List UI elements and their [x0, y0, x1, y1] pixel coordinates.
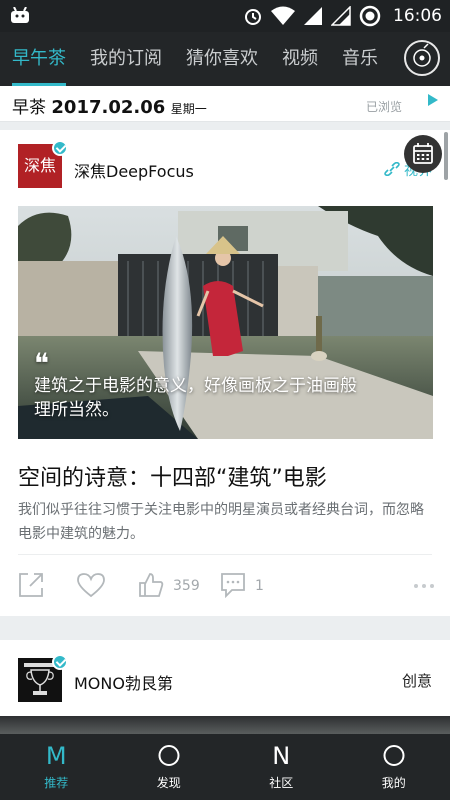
- signal-icon: [304, 7, 322, 25]
- bottom-tab-label: 社区: [269, 776, 294, 790]
- calendar-icon: [413, 143, 433, 164]
- article-title[interactable]: 空间的诗意：十四部“建筑”电影: [18, 460, 327, 492]
- comment-count: 1: [255, 578, 264, 594]
- top-nav: 早午茶 我的订阅 猜你喜欢 视频 音乐: [0, 32, 450, 86]
- favorite-heart-icon[interactable]: [76, 572, 106, 598]
- link-icon: [384, 162, 400, 176]
- tab-video[interactable]: 视频: [270, 32, 330, 86]
- date-header: 早茶 2017.02.06 星期一 已浏览: [0, 86, 450, 122]
- tab-music[interactable]: 音乐: [330, 32, 390, 86]
- share-icon[interactable]: [18, 572, 44, 598]
- like-thumb-icon[interactable]: [138, 572, 164, 598]
- o-icon: [383, 745, 405, 766]
- calendar-button[interactable]: [404, 135, 442, 173]
- alarm-icon: [245, 9, 261, 25]
- m-icon: M: [45, 742, 67, 770]
- source-name[interactable]: 深焦DeepFocus: [74, 158, 194, 182]
- music-player-button[interactable]: [404, 40, 440, 76]
- like-count: 359: [173, 578, 200, 594]
- tab-breakfast-tea[interactable]: 早午茶: [0, 32, 78, 86]
- article-cover-image[interactable]: ❝ 建筑之于电影的意义，好像画板之于油画般理所当然。: [18, 206, 433, 439]
- signal-icon-2: [331, 6, 351, 26]
- verified-icon: [52, 140, 68, 156]
- source-name-2[interactable]: MONO勃艮第: [74, 670, 173, 694]
- verified-icon-2: [52, 654, 68, 670]
- issue-weekday: 星期一: [170, 102, 207, 116]
- scrollbar[interactable]: [444, 132, 448, 180]
- category-label-2[interactable]: 创意: [402, 670, 432, 691]
- bottom-tab-recommend[interactable]: M 推荐: [0, 734, 113, 800]
- wifi-icon: [271, 6, 295, 25]
- bottom-tab-me[interactable]: 我的: [338, 734, 450, 800]
- bottom-tab-label: 推荐: [44, 776, 69, 790]
- bottom-nav: M 推荐 发现 N 社区 我的: [0, 734, 450, 800]
- article-card[interactable]: 深焦 深焦DeepFocus 视界: [0, 130, 450, 616]
- quote-text: 建筑之于电影的意义，好像画板之于油画般理所当然。: [34, 376, 357, 420]
- tab-recommended-for-you[interactable]: 猜你喜欢: [174, 32, 270, 86]
- flag-icon[interactable]: [428, 94, 438, 106]
- n-icon: N: [272, 742, 291, 770]
- status-bar: 16:06: [0, 0, 450, 32]
- issue-date-value: 2017.02.06: [51, 97, 166, 118]
- bottom-tab-label: 我的: [381, 776, 406, 790]
- next-cover-image-preview: [0, 716, 450, 734]
- article-summary[interactable]: 我们似乎往往习惯于关注电影中的明星演员或者经典台词，而忽略电影中建筑的魅力。: [18, 498, 433, 546]
- viewed-status: 已浏览: [365, 100, 402, 114]
- bottom-tab-label: 发现: [156, 776, 181, 790]
- android-icon: [11, 7, 29, 23]
- more-options-icon[interactable]: [414, 584, 434, 588]
- o-icon: [158, 745, 180, 766]
- article-actions: 359 1: [0, 570, 450, 604]
- issue-prefix: 早茶: [12, 98, 46, 118]
- issue-date: 早茶 2017.02.06 星期一: [12, 93, 207, 118]
- tab-bar: 早午茶 我的订阅 猜你喜欢 视频 音乐: [0, 32, 390, 86]
- bottom-tab-discover[interactable]: 发现: [113, 734, 226, 800]
- battery-saver-icon: [359, 5, 381, 27]
- bottom-tab-community[interactable]: N 社区: [225, 734, 338, 800]
- comment-icon[interactable]: [220, 572, 246, 598]
- status-time: 16:06: [393, 6, 442, 26]
- cover-quote: ❝ 建筑之于电影的意义，好像画板之于油画般理所当然。: [34, 347, 364, 422]
- divider: [18, 554, 432, 555]
- quote-icon: ❝: [34, 347, 50, 380]
- disc-icon: [413, 43, 431, 67]
- tab-my-subscriptions[interactable]: 我的订阅: [78, 32, 174, 86]
